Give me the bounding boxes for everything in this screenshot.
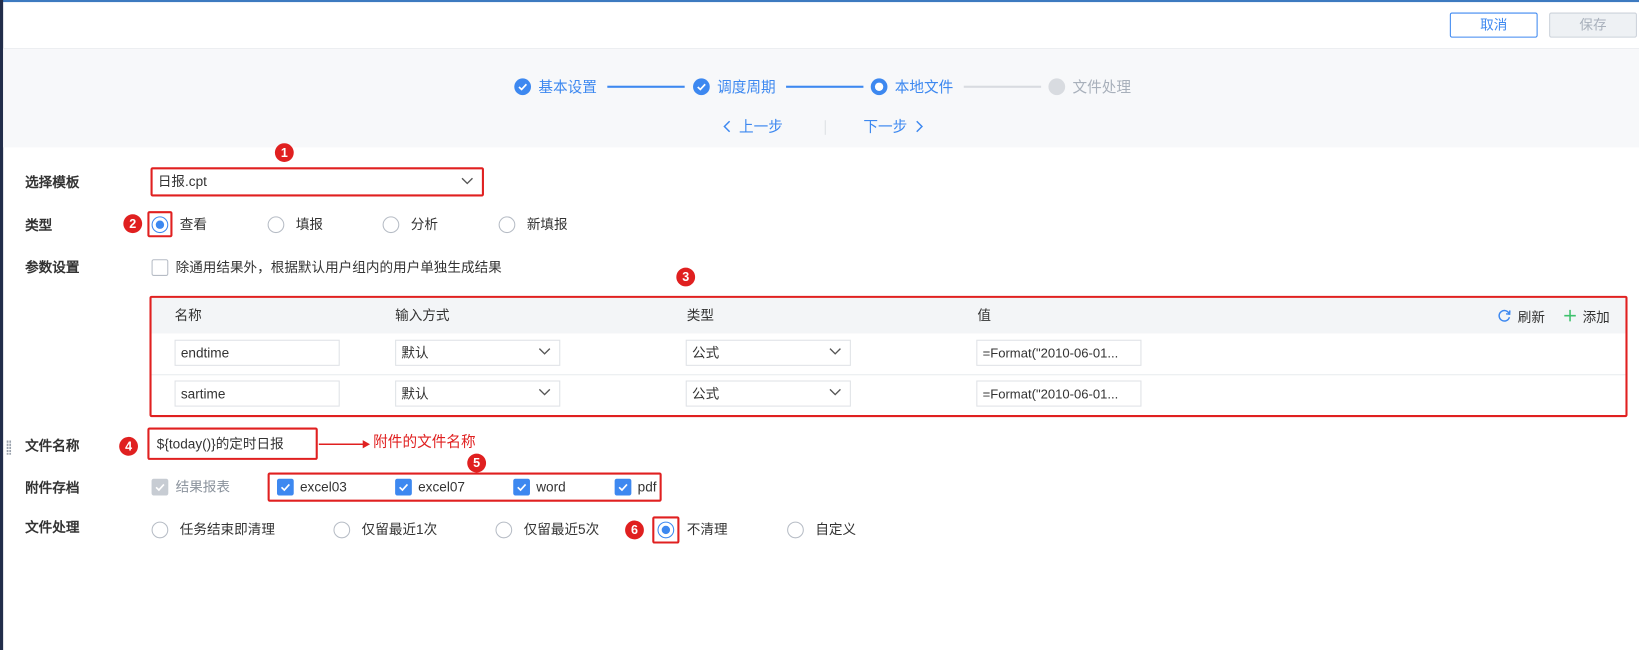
wizard-step-basic[interactable]: 基本设置 <box>514 76 597 97</box>
wizard-step-label: 基本设置 <box>538 78 597 96</box>
top-accent-bar <box>0 0 1639 3</box>
current-step-icon <box>870 78 888 96</box>
app-frame: 取消 保存 基本设置 调度周期 本地文件 文件处理 上一步 下一步 选择模板 1… <box>0 0 1639 650</box>
cleanup-option-label: 仅留最近5次 <box>523 521 600 538</box>
format-checkbox-word[interactable] <box>513 478 530 496</box>
result-report-checkbox <box>151 478 169 496</box>
drag-handle[interactable] <box>6 440 12 455</box>
template-label: 选择模板 <box>25 174 80 191</box>
nav-separator <box>824 120 826 135</box>
format-checkbox-pdf[interactable] <box>614 478 632 496</box>
format-label: excel03 <box>300 478 347 495</box>
callout-badge-3: 3 <box>676 267 696 287</box>
wizard-step-label: 本地文件 <box>894 78 954 96</box>
per-user-result-checkbox[interactable] <box>151 259 169 276</box>
type-radio-new-fill[interactable] <box>498 216 516 234</box>
format-label: word <box>536 478 566 495</box>
cancel-button[interactable]: 取消 <box>1449 12 1538 38</box>
cleanup-radio-never[interactable] <box>657 521 675 539</box>
callout-badge-4: 4 <box>119 436 138 456</box>
format-checkbox-excel03[interactable] <box>277 478 294 496</box>
params-table-highlight-box <box>149 295 1628 418</box>
cleanup-radio-on-finish[interactable] <box>151 521 169 539</box>
result-report-label: 结果报表 <box>175 478 230 495</box>
check-icon <box>693 78 710 96</box>
prev-step-button[interactable]: 上一步 <box>722 116 783 137</box>
wizard-step-label: 调度周期 <box>717 78 776 96</box>
params-label: 参数设置 <box>25 259 80 275</box>
filename-input[interactable]: ${today()}的定时日报 <box>147 427 318 460</box>
callout-badge-2: 2 <box>123 214 143 234</box>
format-label: pdf <box>637 478 657 495</box>
type-radio-view[interactable] <box>151 216 169 234</box>
check-icon <box>517 483 527 492</box>
cleanup-option-label: 仅留最近1次 <box>361 521 438 538</box>
wizard-step-local-file[interactable]: 本地文件 <box>870 76 954 97</box>
cleanup-radio-keep-5[interactable] <box>495 521 513 539</box>
cleanup-option-label: 任务结束即清理 <box>179 521 275 538</box>
wizard-step-schedule[interactable]: 调度周期 <box>693 76 776 97</box>
filename-annotation: 附件的文件名称 <box>373 432 476 450</box>
type-radio-analyze[interactable] <box>382 216 400 234</box>
cleanup-radio-custom[interactable] <box>787 521 804 539</box>
check-icon <box>280 483 290 492</box>
wizard-panel <box>3 49 1639 148</box>
format-checkbox-excel07[interactable] <box>395 478 412 496</box>
prev-step-label: 上一步 <box>739 118 783 135</box>
format-label: excel07 <box>418 478 465 495</box>
chevron-down-icon <box>461 177 473 185</box>
cleanup-option-label: 不清理 <box>686 521 728 538</box>
save-button[interactable]: 保存 <box>1549 12 1637 38</box>
type-option-label: 填报 <box>295 216 324 233</box>
next-step-button[interactable]: 下一步 <box>863 116 924 137</box>
type-radio-fill[interactable] <box>267 216 285 234</box>
wizard-step-file-handling[interactable]: 文件处理 <box>1048 76 1131 97</box>
wizard-step-label: 文件处理 <box>1072 78 1132 96</box>
template-select[interactable]: 日报.cpt <box>150 167 484 197</box>
pending-step-icon <box>1048 78 1066 96</box>
next-step-label: 下一步 <box>863 118 908 135</box>
template-select-value: 日报.cpt <box>157 173 207 190</box>
type-option-label: 分析 <box>410 216 438 233</box>
check-icon <box>155 483 165 492</box>
type-option-label: 新填报 <box>526 216 568 233</box>
check-icon <box>514 78 532 96</box>
type-label: 类型 <box>25 217 53 234</box>
filename-input-value: ${today()}的定时日报 <box>156 435 284 452</box>
wizard-connector <box>786 85 864 88</box>
check-icon <box>618 483 628 492</box>
wizard-connector <box>607 85 685 88</box>
attachment-label: 附件存档 <box>25 479 80 496</box>
filename-label: 文件名称 <box>25 437 80 454</box>
annotation-arrow <box>318 440 371 449</box>
check-icon <box>399 483 409 492</box>
chevron-left-icon <box>723 120 731 133</box>
chevron-right-icon <box>916 120 923 133</box>
cleanup-radio-keep-1[interactable] <box>333 521 351 539</box>
callout-badge-5: 5 <box>467 453 487 473</box>
file-handling-label: 文件处理 <box>25 519 80 536</box>
callout-badge-1: 1 <box>274 143 294 163</box>
type-option-label: 查看 <box>179 216 207 233</box>
cleanup-option-label: 自定义 <box>815 521 857 538</box>
callout-badge-6: 6 <box>625 520 644 540</box>
wizard-connector <box>963 85 1042 88</box>
per-user-result-label: 除通用结果外，根据默认用户组内的用户单独生成结果 <box>175 259 502 275</box>
